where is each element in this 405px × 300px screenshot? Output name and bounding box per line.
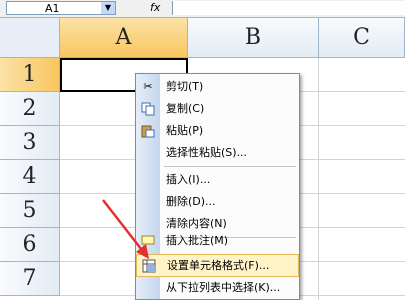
menu-item-format-cells[interactable]: 设置单元格格式(F)... [136, 254, 299, 277]
menu-item-cut[interactable]: ✂ 剪切(T) [136, 76, 299, 98]
chevron-down-icon[interactable]: ▼ [101, 2, 115, 14]
row-header-5[interactable]: 5 [0, 194, 60, 228]
menu-item-label: 从下拉列表中选择(K)... [166, 281, 281, 294]
menu-item-copy[interactable]: 复制(C) [136, 98, 299, 120]
formula-input[interactable] [172, 1, 405, 15]
row-header-2[interactable]: 2 [0, 92, 60, 126]
copy-icon [141, 102, 155, 116]
gridline [318, 58, 319, 300]
row-header-3[interactable]: 3 [0, 126, 60, 160]
column-header-a[interactable]: A [60, 18, 188, 58]
menu-item-label: 选择性粘贴(S)... [166, 146, 248, 159]
column-header-c[interactable]: C [319, 18, 405, 58]
row-header-4[interactable]: 4 [0, 160, 60, 194]
menu-item-label: 剪切(T) [166, 80, 204, 93]
menu-item-insert[interactable]: 插入(I)... [136, 169, 299, 191]
formula-bar: A1 ▼ fx [0, 0, 405, 18]
menu-item-delete[interactable]: 删除(D)... [136, 191, 299, 213]
menu-item-label: 粘贴(P) [166, 124, 204, 137]
menu-item-label: 删除(D)... [166, 195, 216, 208]
row-header-6[interactable]: 6 [0, 228, 60, 262]
format-cells-icon [142, 259, 156, 273]
row-header-7[interactable]: 7 [0, 262, 60, 296]
paste-icon [141, 124, 155, 138]
scissors-icon: ✂ [143, 80, 153, 93]
column-header-b[interactable]: B [188, 18, 319, 58]
comment-icon [141, 234, 155, 249]
menu-separator [164, 166, 296, 167]
menu-item-label: 插入(I)... [166, 173, 211, 186]
row-header-1[interactable]: 1 [0, 58, 60, 92]
function-icon[interactable]: fx [150, 1, 160, 14]
menu-item-label: 设置单元格格式(F)... [167, 259, 270, 272]
select-all-corner[interactable] [0, 18, 60, 58]
menu-item-paste-special[interactable]: 选择性粘贴(S)... [136, 142, 299, 164]
menu-item-insert-comment[interactable]: 插入批注(M) [136, 230, 299, 252]
menu-item-pick-from-list[interactable]: 从下拉列表中选择(K)... [136, 277, 299, 299]
menu-item-label: 插入批注(M) [166, 234, 229, 247]
name-box-value: A1 [45, 2, 60, 15]
menu-item-paste[interactable]: 粘贴(P) [136, 120, 299, 142]
context-menu: ✂ 剪切(T) 复制(C) 粘贴(P) 选择性粘贴(S)... 插入(I)...… [135, 73, 300, 300]
menu-item-label: 复制(C) [166, 102, 205, 115]
name-box[interactable]: A1 ▼ [6, 1, 116, 15]
